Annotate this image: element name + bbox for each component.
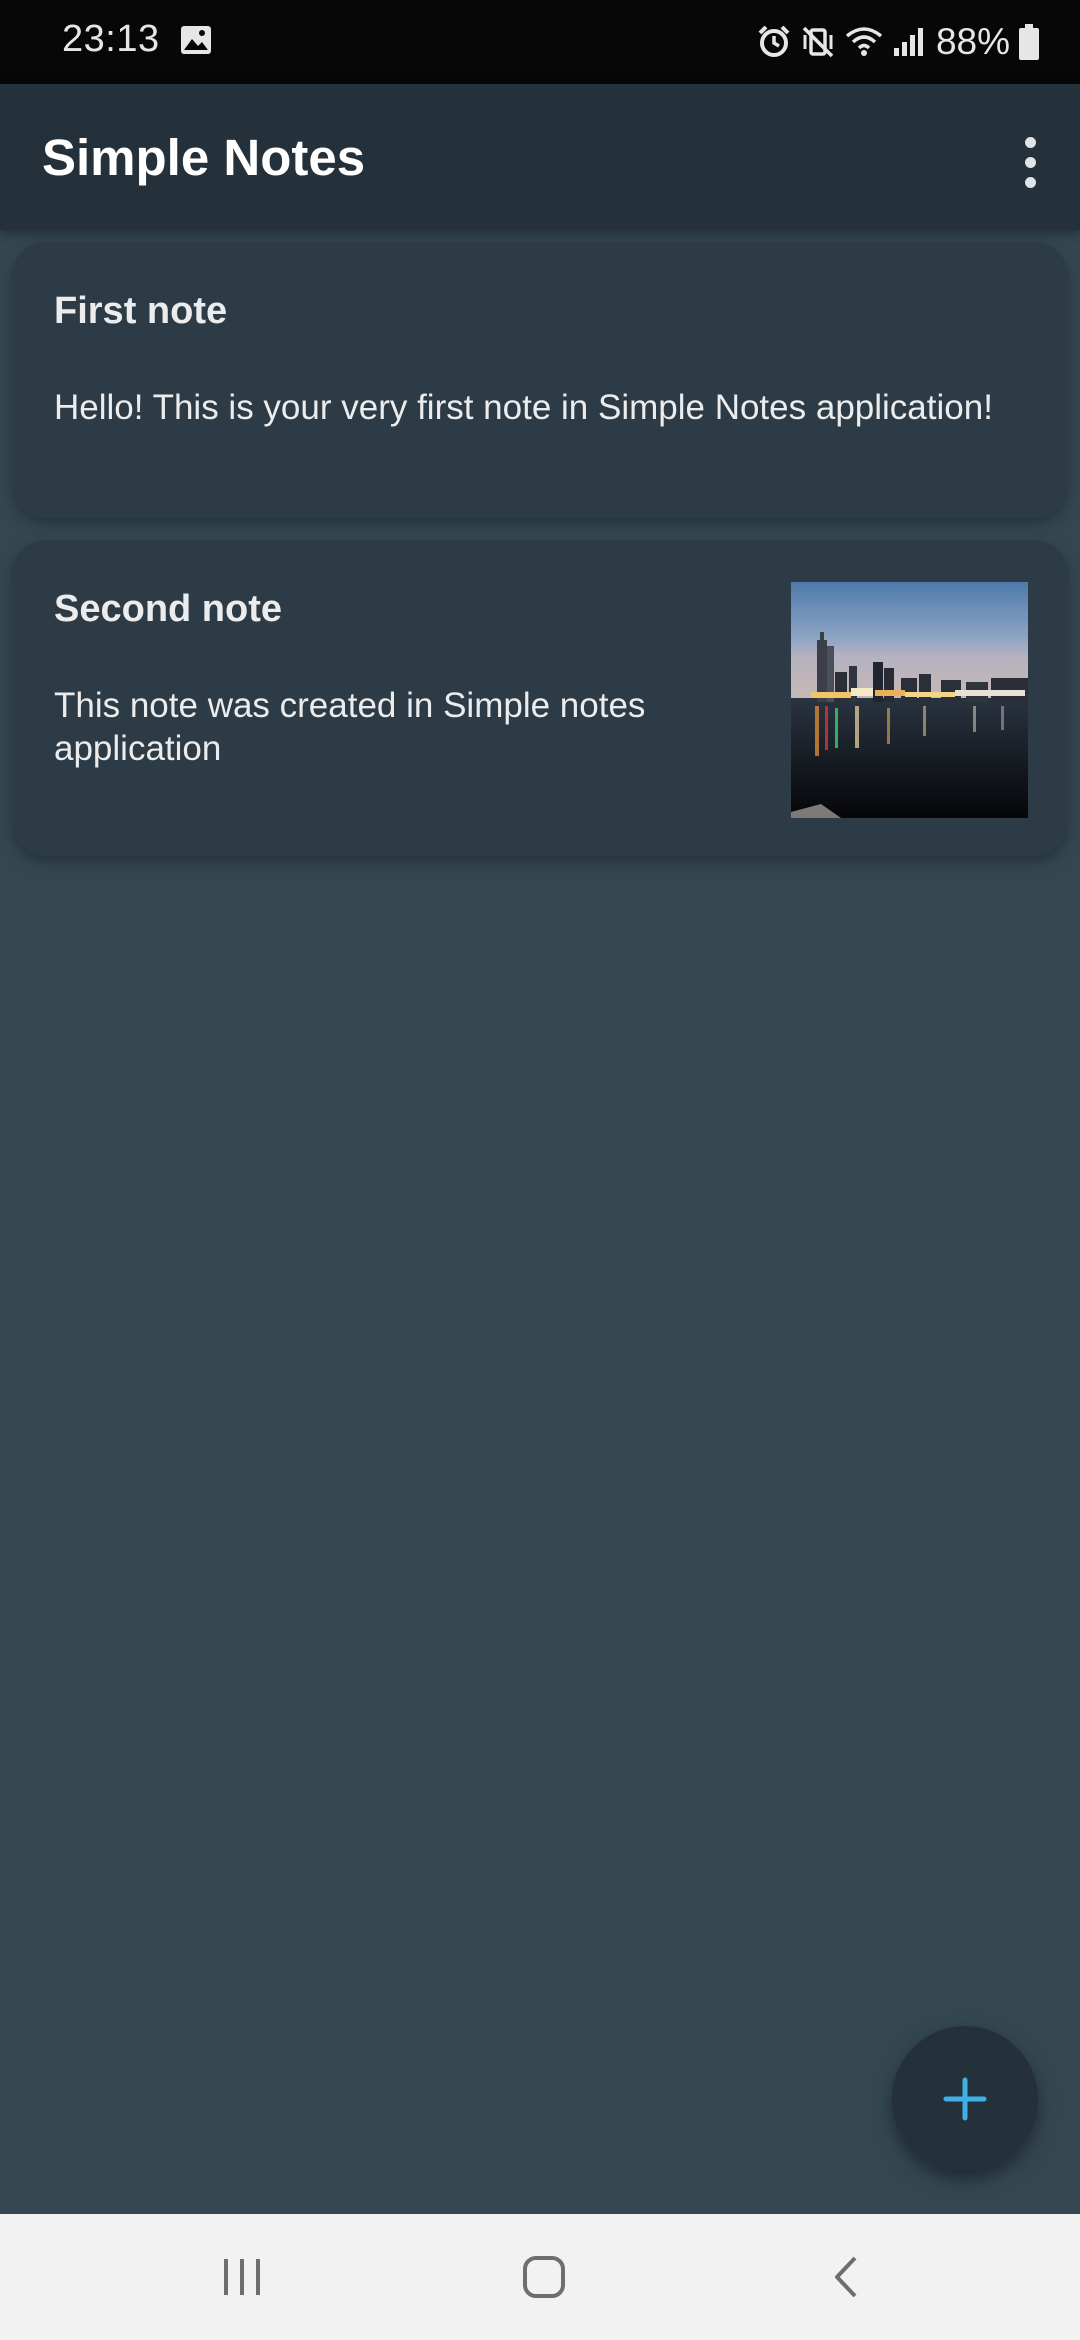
app-title: Simple Notes <box>42 129 366 186</box>
screen: 23:13 88% Simple Notes First note Hello!… <box>0 0 1080 2340</box>
battery-icon <box>1019 24 1039 60</box>
note-body: This note was created in Simple notes ap… <box>54 686 646 768</box>
note-body: Hello! This is your very first note in S… <box>54 388 993 427</box>
more-vert-icon[interactable] <box>1000 120 1060 204</box>
recents-icon <box>224 2259 260 2295</box>
city-skyline-thumbnail <box>791 582 1028 818</box>
note-card-second[interactable]: Second note This note was created in Sim… <box>12 540 1068 856</box>
back-button[interactable] <box>801 2244 891 2310</box>
battery-percent: 88% <box>935 21 1010 62</box>
alarm-icon <box>758 25 790 57</box>
add-note-button[interactable] <box>892 2026 1038 2172</box>
vibrate-mute-icon <box>802 26 834 58</box>
status-bar: 23:13 88% <box>0 0 1080 84</box>
gallery-icon <box>181 26 211 54</box>
app-bar: Simple Notes <box>0 84 1080 230</box>
status-icons: 88% <box>756 18 1040 66</box>
note-card-first[interactable]: First note Hello! This is your very firs… <box>12 242 1068 518</box>
status-time: 23:13 <box>62 18 160 60</box>
note-title: Second note <box>54 588 283 630</box>
home-button[interactable] <box>499 2244 589 2310</box>
note-title: First note <box>54 290 228 332</box>
add-icon <box>943 2077 987 2121</box>
home-icon <box>523 2256 565 2298</box>
recents-button[interactable] <box>197 2244 287 2310</box>
wifi-icon <box>845 27 883 56</box>
navigation-bar <box>0 2214 1080 2340</box>
back-icon <box>835 2256 857 2298</box>
signal-icon <box>893 28 923 56</box>
